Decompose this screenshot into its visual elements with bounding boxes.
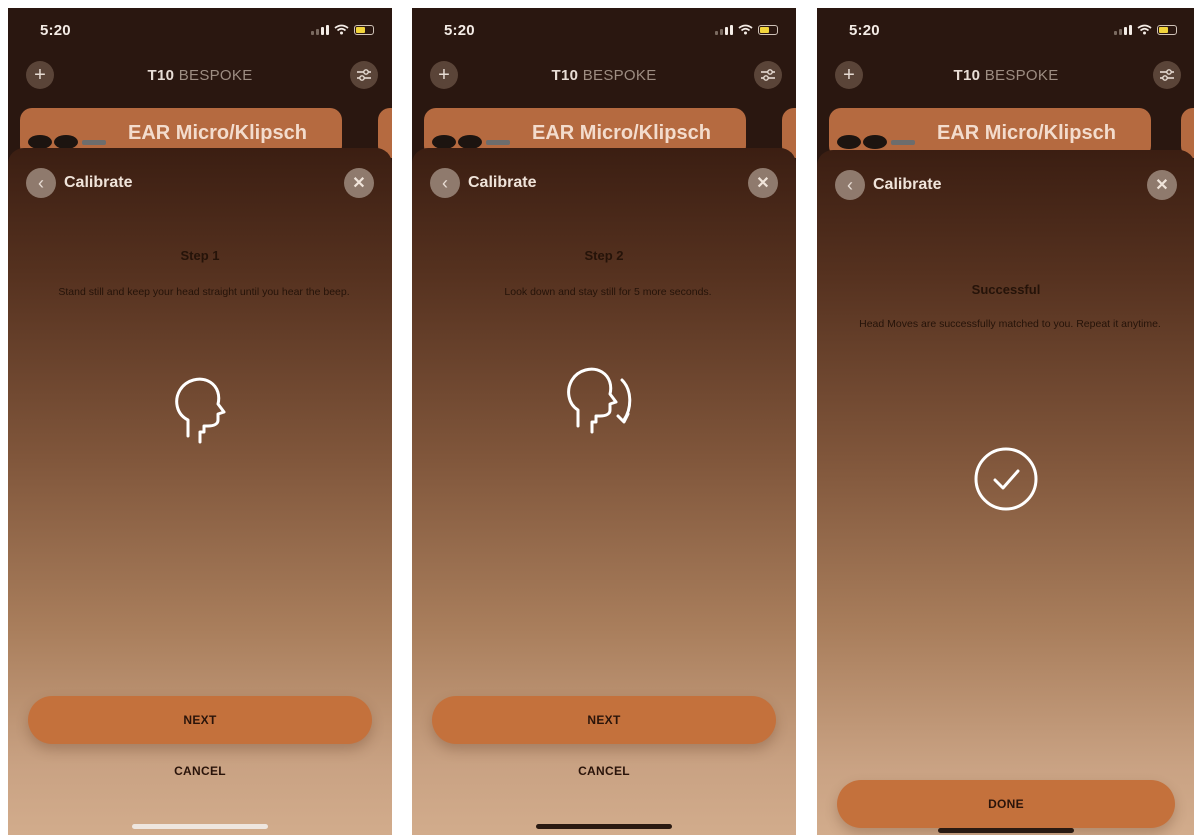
wifi-icon [1137, 24, 1152, 35]
battery-icon [758, 24, 778, 35]
status-icons [311, 24, 374, 35]
cellular-signal-icon [1114, 24, 1132, 35]
sliders-icon [761, 69, 775, 81]
settings-button[interactable] [350, 61, 378, 89]
calibrate-sheet: ‹ Calibrate ✕ Step 2 Look down and stay … [412, 148, 796, 835]
step-title: Step 1 [180, 248, 220, 263]
wifi-icon [334, 24, 349, 35]
back-button[interactable]: ‹ [26, 168, 56, 198]
cancel-button[interactable]: CANCEL [8, 764, 392, 778]
head-nod-down-icon [567, 367, 632, 434]
home-indicator [132, 824, 268, 829]
close-button[interactable]: ✕ [1147, 170, 1177, 200]
sheet-title: Calibrate [873, 176, 942, 193]
calibrate-step2-screen: 5:20 + T10 BESPOKE EAR Micro/Klipsch ‹ C… [412, 8, 796, 835]
chevron-left-icon: ‹ [38, 172, 44, 193]
chevron-left-icon: ‹ [442, 172, 448, 193]
back-button[interactable]: ‹ [835, 170, 865, 200]
next-button[interactable]: NEXT [28, 696, 372, 744]
illustration [412, 360, 796, 434]
wifi-icon [738, 24, 753, 35]
close-button[interactable]: ✕ [344, 168, 374, 198]
cellular-signal-icon [715, 24, 733, 35]
illustration [8, 374, 392, 448]
status-time: 5:20 [40, 22, 71, 39]
calibrate-sheet: ‹ Calibrate ✕ Successful Head Moves are … [817, 150, 1194, 835]
back-button[interactable]: ‹ [430, 168, 460, 198]
cellular-signal-icon [311, 24, 329, 35]
settings-button[interactable] [1153, 61, 1181, 89]
app-title: T10 BESPOKE [147, 67, 253, 84]
app-title: T10 BESPOKE [953, 67, 1059, 84]
home-indicator [536, 824, 672, 829]
settings-button[interactable] [754, 61, 782, 89]
calibrate-sheet: ‹ Calibrate ✕ Step 1 Stand still and kee… [8, 148, 392, 835]
status-bar: 5:20 [817, 8, 1194, 52]
status-time: 5:20 [444, 22, 475, 39]
step-title: Step 2 [584, 248, 624, 263]
earbuds-icon [837, 135, 915, 149]
home-indicator [938, 828, 1074, 833]
app-header: + T10 BESPOKE [8, 58, 392, 92]
calibrate-step1-screen: 5:20 + T10 BESPOKE EAR Micro/Klipsch ‹ C… [8, 8, 392, 835]
step-description: Look down and stay still for 5 more seco… [504, 286, 712, 298]
sliders-icon [357, 69, 371, 81]
calibrate-success-screen: 5:20 + T10 BESPOKE EAR Micro/Klipsch ‹ C… [817, 8, 1194, 835]
status-bar: 5:20 [8, 8, 392, 52]
next-button[interactable]: NEXT [432, 696, 776, 744]
done-button[interactable]: DONE [837, 780, 1175, 828]
cancel-button[interactable]: CANCEL [412, 764, 796, 778]
checkmark-circle-icon [974, 447, 1038, 511]
battery-icon [1157, 24, 1177, 35]
sheet-title: Calibrate [468, 174, 537, 191]
head-profile-icon [175, 377, 226, 444]
status-time: 5:20 [849, 22, 880, 39]
device-name: EAR Micro/Klipsch [532, 122, 711, 144]
illustration [817, 446, 1194, 512]
status-icons [1114, 24, 1177, 35]
close-button[interactable]: ✕ [748, 168, 778, 198]
app-title: T10 BESPOKE [551, 67, 657, 84]
close-icon: ✕ [756, 175, 770, 192]
success-title: Successful [971, 282, 1041, 297]
app-header: + T10 BESPOKE [817, 58, 1194, 92]
battery-icon [354, 24, 374, 35]
close-icon: ✕ [352, 175, 366, 192]
step-description: Stand still and keep your head straight … [58, 286, 350, 298]
sliders-icon [1160, 69, 1174, 81]
status-bar: 5:20 [412, 8, 796, 52]
success-description: Head Moves are successfully matched to y… [859, 318, 1161, 330]
app-header: + T10 BESPOKE [412, 58, 796, 92]
status-icons [715, 24, 778, 35]
device-name: EAR Micro/Klipsch [128, 122, 307, 144]
close-icon: ✕ [1155, 177, 1169, 194]
chevron-left-icon: ‹ [847, 174, 853, 195]
device-name: EAR Micro/Klipsch [937, 122, 1116, 144]
sheet-title: Calibrate [64, 174, 133, 191]
